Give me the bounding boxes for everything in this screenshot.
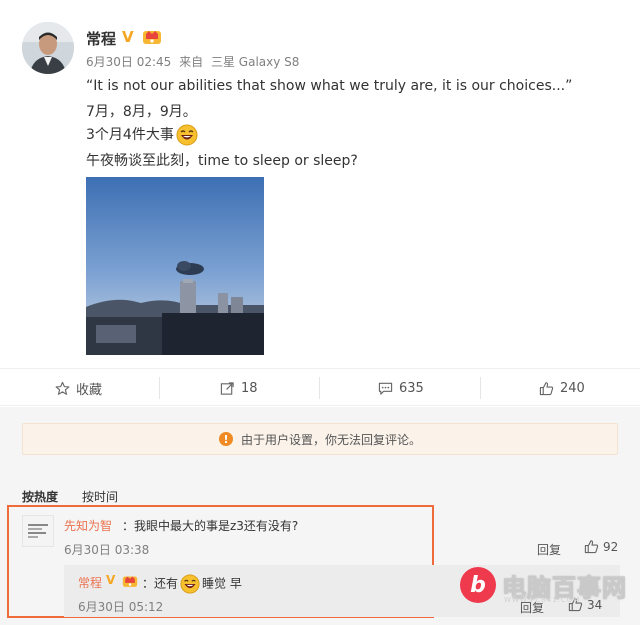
laughing-emoji-icon (180, 574, 200, 594)
forward-count: 18 (241, 380, 258, 396)
post-text-line-3: 3个月4件大事 (86, 124, 198, 146)
post-text-line-2: 7月，8月，9月。 (86, 104, 197, 120)
user-avatar[interactable] (22, 22, 74, 74)
comment-reply-button[interactable]: 回复 (537, 541, 561, 558)
reply-disabled-notice: ! 由于用户设置，你无法回复评论。 (22, 423, 618, 455)
post-timestamp[interactable]: 6月30日 02:45 (86, 55, 171, 69)
sort-by-time-tab[interactable]: 按时间 (82, 488, 118, 505)
reply-username[interactable]: 常程 (78, 574, 102, 591)
weibo-post: 常程 V 6月30日 02:45 来自 三星 Galaxy S8 “It is … (0, 0, 640, 406)
post-text-line-4: 午夜畅谈至此刻，time to sleep or sleep? (86, 153, 358, 169)
notice-text: 由于用户设置，你无法回复评论。 (240, 432, 421, 447)
sort-by-hot-tab[interactable]: 按热度 (22, 488, 58, 505)
comment-like-button[interactable]: 92 (584, 539, 618, 554)
crown-badge-icon (122, 573, 138, 588)
like-button[interactable]: 240 (539, 369, 585, 407)
device-name[interactable]: 三星 Galaxy S8 (211, 55, 299, 69)
verified-icon: V (106, 573, 116, 587)
reply-text: ：还有 睡觉 早 (142, 574, 242, 594)
reply-text-after: 睡觉 早 (202, 576, 242, 591)
comment-icon (378, 382, 393, 395)
forward-icon (220, 381, 234, 395)
post-username[interactable]: 常程 (86, 28, 116, 49)
action-divider (159, 377, 160, 399)
comment-like-count: 92 (603, 539, 619, 554)
commenter-avatar[interactable] (22, 515, 54, 547)
comment-time: 6月30日 03:38 (64, 543, 150, 557)
favorite-button[interactable]: 收藏 (55, 369, 102, 407)
star-icon (55, 381, 70, 395)
comment-text: ：我眼中最大的事是z3还有没有? (122, 519, 299, 533)
post-meta: 6月30日 02:45 来自 三星 Galaxy S8 (86, 53, 299, 70)
action-divider (480, 377, 481, 399)
post-action-bar: 收藏 18 635 240 (0, 368, 640, 406)
post-text-line-3-text: 3个月4件大事 (86, 127, 174, 143)
post-photo[interactable] (86, 177, 264, 355)
favorite-label: 收藏 (76, 382, 103, 398)
site-watermark: b 电脑百事网 WWW.PC841.COM (460, 562, 640, 608)
thumbs-up-icon (584, 540, 599, 554)
post-text-line-1: “It is not our abilities that show what … (86, 78, 573, 94)
reply-text-before: ：还有 (142, 576, 179, 591)
action-divider (319, 377, 320, 399)
commenter-username[interactable]: 先知为智 (64, 517, 112, 534)
thumbs-up-icon (539, 381, 554, 395)
comment-count: 635 (399, 380, 424, 396)
verified-icon: V (122, 28, 134, 46)
comment-button[interactable]: 635 (378, 369, 424, 407)
source-label: 来自 (179, 55, 204, 69)
like-count: 240 (560, 380, 585, 396)
warning-icon: ! (218, 432, 233, 446)
crown-badge-icon (142, 27, 162, 45)
watermark-url: WWW.PC841.COM (504, 596, 581, 604)
laughing-emoji-icon (176, 124, 198, 146)
watermark-logo-icon: b (460, 567, 496, 603)
reply-time: 6月30日 05:12 (78, 600, 164, 614)
forward-button[interactable]: 18 (220, 369, 258, 407)
